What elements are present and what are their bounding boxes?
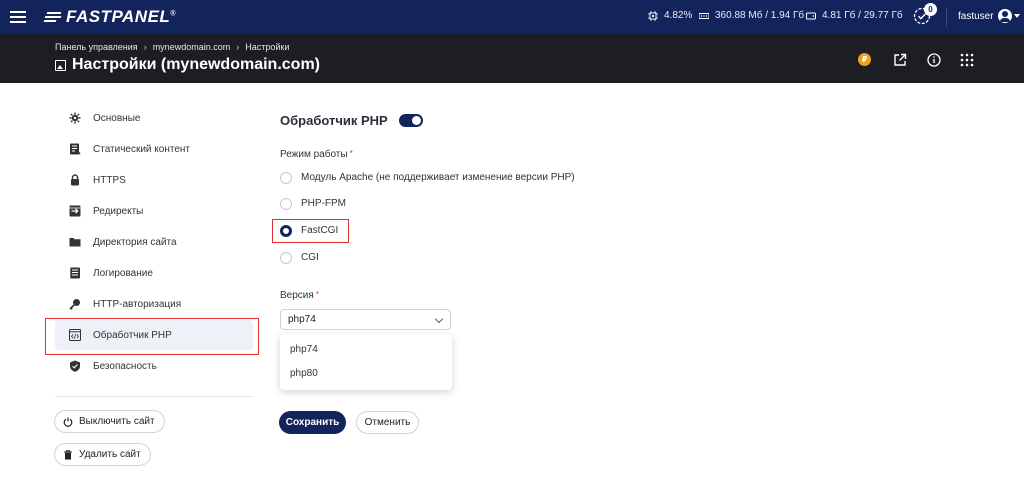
sidebar-item-https[interactable]: HTTPS bbox=[55, 165, 253, 195]
save-button[interactable]: Сохранить bbox=[279, 411, 346, 434]
delete-site-button[interactable]: Удалить сайт bbox=[54, 443, 151, 466]
cpu-stat: 4.82% bbox=[648, 10, 692, 21]
user-menu-caret-icon[interactable] bbox=[1014, 14, 1020, 18]
section-title: Обработчик PHP bbox=[280, 113, 388, 128]
disk-stat: 4.81 Гб / 29.77 Гб bbox=[806, 10, 903, 21]
php-version-select[interactable]: php74 bbox=[280, 309, 451, 330]
folder-icon bbox=[69, 238, 81, 247]
dropdown-option-php74[interactable]: php74 bbox=[290, 344, 318, 355]
sidebar-item-redirects[interactable]: Редиректы bbox=[55, 196, 253, 226]
disable-site-button[interactable]: Выключить сайт bbox=[54, 410, 165, 433]
disable-site-label: Выключить сайт bbox=[79, 416, 155, 427]
logo-mark-icon bbox=[43, 10, 62, 24]
php-handler-highlight-frame bbox=[45, 318, 259, 355]
sidebar-item-label: Статический контент bbox=[93, 143, 190, 155]
version-label: Версия * bbox=[280, 290, 319, 301]
cpu-icon bbox=[648, 10, 658, 21]
php-handler-toggle[interactable] bbox=[399, 114, 423, 127]
lock-icon bbox=[71, 174, 79, 186]
sidebar-item-http-auth[interactable]: HTTP-авторизация bbox=[55, 289, 253, 319]
delete-site-label: Удалить сайт bbox=[79, 449, 141, 460]
info-icon[interactable] bbox=[927, 53, 941, 67]
logo-text: FASTPANEL® bbox=[66, 7, 176, 26]
topbar-divider bbox=[946, 7, 947, 27]
fastpanel-logo[interactable]: FASTPANEL® bbox=[43, 7, 176, 26]
document-icon bbox=[70, 143, 81, 155]
sidebar-item-main[interactable]: Основные bbox=[55, 103, 253, 133]
disk-value: 4.81 Гб / 29.77 Гб bbox=[822, 10, 903, 21]
breadcrumb: Панель управления › mynewdomain.com › На… bbox=[55, 42, 289, 52]
radio-label: Модуль Apache (не поддерживает изменение… bbox=[301, 172, 575, 183]
apps-grid-icon[interactable] bbox=[960, 53, 974, 67]
php-version-value: php74 bbox=[288, 314, 316, 325]
hamburger-menu-icon[interactable] bbox=[10, 9, 26, 25]
radio-label: CGI bbox=[301, 252, 319, 263]
cancel-button[interactable]: Отменить bbox=[356, 411, 419, 434]
breadcrumb-separator-icon: › bbox=[236, 42, 240, 52]
chevron-down-icon bbox=[434, 314, 444, 324]
username[interactable]: fastuser bbox=[958, 11, 994, 22]
log-icon bbox=[69, 267, 80, 279]
radio-button[interactable] bbox=[280, 198, 292, 210]
image-icon bbox=[55, 59, 66, 71]
radio-button[interactable] bbox=[280, 252, 292, 264]
sidebar-item-static[interactable]: Статический контент bbox=[55, 134, 253, 164]
sidebar-item-security[interactable]: Безопасность bbox=[55, 351, 253, 381]
sidebar-item-label: HTTP-авторизация bbox=[93, 298, 182, 310]
shield-icon bbox=[70, 360, 80, 372]
breadcrumb-item-settings: Настройки bbox=[245, 42, 290, 52]
ram-icon bbox=[699, 12, 709, 19]
sidebar-item-label: Директория сайта bbox=[93, 236, 177, 248]
php-version-dropdown: php74 php80 bbox=[280, 334, 452, 390]
trash-icon bbox=[64, 449, 72, 459]
external-link-icon[interactable] bbox=[893, 53, 907, 67]
mode-label: Режим работы * bbox=[280, 149, 353, 160]
dropdown-option-php80[interactable]: php80 bbox=[290, 368, 318, 379]
breadcrumb-separator-icon: › bbox=[143, 42, 147, 52]
cpu-value: 4.82% bbox=[664, 10, 693, 21]
gear-icon bbox=[69, 112, 81, 124]
sidebar-item-label: Редиректы bbox=[93, 205, 144, 217]
sidebar-item-logging[interactable]: Логирование bbox=[55, 258, 253, 288]
radio-button[interactable] bbox=[280, 172, 292, 184]
page-title: Настройки (mynewdomain.com) bbox=[72, 56, 320, 73]
sidebar-item-label: Основные bbox=[93, 112, 141, 124]
tasks-count-badge: 0 bbox=[924, 3, 937, 16]
sidebar-item-label: Логирование bbox=[93, 267, 153, 279]
ram-value: 360.88 Мб / 1.94 Гб bbox=[715, 10, 805, 21]
balance-coin-icon[interactable]: ₽ bbox=[858, 53, 871, 66]
redirect-icon bbox=[69, 205, 81, 217]
key-icon bbox=[69, 299, 80, 310]
ram-stat: 360.88 Мб / 1.94 Гб bbox=[699, 10, 804, 21]
top-bar: FASTPANEL® 4.82% 360.88 Мб / 1.94 Гб 4.8… bbox=[0, 0, 1024, 34]
breadcrumb-item-domain[interactable]: mynewdomain.com bbox=[153, 42, 231, 52]
disk-icon bbox=[806, 12, 816, 19]
sidebar-item-site-directory[interactable]: Директория сайта bbox=[55, 227, 253, 257]
fastcgi-highlight-frame bbox=[272, 219, 349, 243]
user-avatar-icon[interactable] bbox=[998, 9, 1012, 23]
sidebar-item-label: Безопасность bbox=[93, 360, 157, 372]
power-icon bbox=[63, 417, 73, 427]
radio-label: PHP-FPM bbox=[301, 198, 346, 209]
page-title-wrap: Настройки (mynewdomain.com) bbox=[55, 56, 320, 74]
breadcrumb-item-panel[interactable]: Панель управления bbox=[55, 42, 138, 52]
sidebar-item-label: HTTPS bbox=[93, 174, 126, 186]
sidebar-divider bbox=[55, 396, 253, 397]
